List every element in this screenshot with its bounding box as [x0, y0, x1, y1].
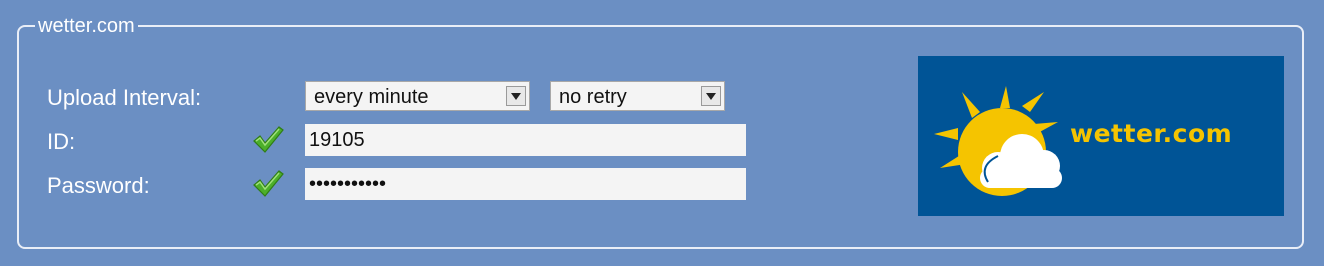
chevron-down-icon — [506, 86, 526, 106]
wetter-logo: wetter.com — [918, 56, 1284, 216]
chevron-down-icon — [701, 86, 721, 106]
retry-value: no retry — [559, 86, 627, 108]
id-label: ID: — [47, 129, 76, 154]
checkmark-icon — [253, 170, 284, 197]
checkmark-icon — [253, 126, 284, 153]
upload-interval-select[interactable]: every minute — [305, 81, 530, 111]
upload-interval-label: Upload Interval: — [47, 85, 202, 110]
id-value: 19105 — [309, 129, 365, 151]
retry-select[interactable]: no retry — [550, 81, 725, 111]
password-label: Password: — [47, 173, 150, 198]
panel-legend: wetter.com — [35, 14, 138, 38]
password-field[interactable]: ••••••••••• — [305, 168, 746, 200]
id-field[interactable]: 19105 — [305, 124, 746, 156]
password-value: ••••••••••• — [309, 173, 387, 195]
upload-interval-value: every minute — [314, 86, 429, 108]
logo-text: wetter.com — [1070, 119, 1233, 148]
